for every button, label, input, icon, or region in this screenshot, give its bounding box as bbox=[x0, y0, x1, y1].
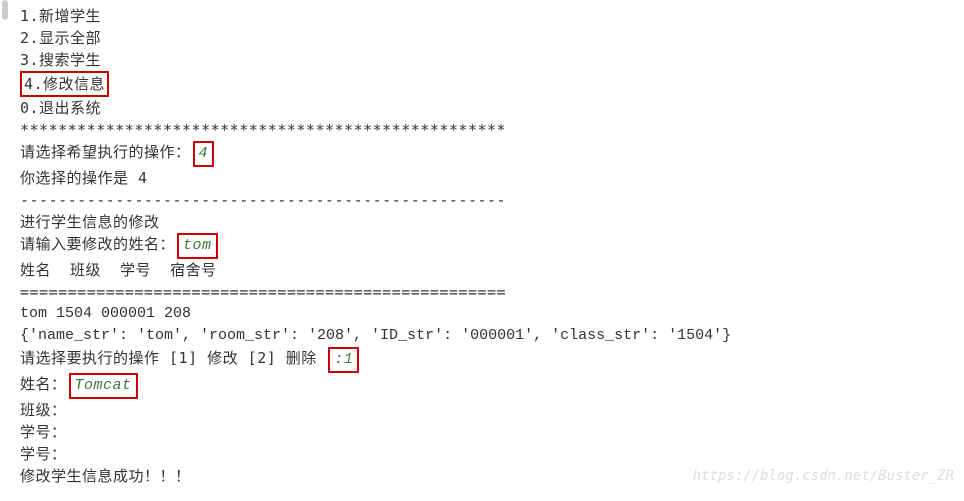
prompt-name-label: 请输入要修改的姓名： bbox=[20, 235, 175, 253]
menu-item-1: 1.新增学生 bbox=[20, 5, 964, 27]
prompt-name-line: 请输入要修改的姓名：tom bbox=[20, 233, 964, 259]
dict-line: {'name_str': 'tom', 'room_str': '208', '… bbox=[20, 325, 964, 347]
label-class: 班级： bbox=[20, 399, 964, 421]
label-id-1: 学号： bbox=[20, 421, 964, 443]
input-choice[interactable]: 4 bbox=[193, 141, 215, 167]
input-newname[interactable]: Tomcat bbox=[69, 373, 138, 399]
table-headers: 姓名 班级 学号 宿舍号 bbox=[20, 259, 964, 281]
menu-item-2: 2.显示全部 bbox=[20, 27, 964, 49]
input-action[interactable]: :1 bbox=[328, 347, 359, 373]
prompt-action-line: 请选择要执行的操作 [1] 修改 [2] 删除 :1 bbox=[20, 347, 964, 373]
label-id-2: 学号： bbox=[20, 443, 964, 465]
record-line: tom 1504 000001 208 bbox=[20, 303, 964, 325]
divider-dash: ----------------------------------------… bbox=[20, 189, 964, 211]
prompt-select-label: 请选择希望执行的操作： bbox=[20, 143, 191, 161]
divider-eq: ========================================… bbox=[20, 281, 964, 303]
echo-choice: 你选择的操作是 4 bbox=[20, 167, 964, 189]
divider-stars: ****************************************… bbox=[20, 119, 964, 141]
prompt-action-label: 请选择要执行的操作 [1] 修改 [2] 删除 bbox=[20, 349, 326, 367]
scrollbar-thumb[interactable] bbox=[2, 0, 8, 20]
newname-line: 姓名：Tomcat bbox=[20, 373, 964, 399]
menu-item-4-wrapper: 4.修改信息 bbox=[20, 71, 964, 97]
menu-item-0: 0.退出系统 bbox=[20, 97, 964, 119]
menu-item-4-highlight: 4.修改信息 bbox=[20, 71, 109, 97]
input-name[interactable]: tom bbox=[177, 233, 218, 259]
label-name: 姓名： bbox=[20, 375, 67, 393]
watermark: https://blog.csdn.net/Buster_ZR bbox=[693, 465, 954, 487]
modify-title: 进行学生信息的修改 bbox=[20, 211, 964, 233]
menu-item-3: 3.搜索学生 bbox=[20, 49, 964, 71]
prompt-select-line: 请选择希望执行的操作：4 bbox=[20, 141, 964, 167]
